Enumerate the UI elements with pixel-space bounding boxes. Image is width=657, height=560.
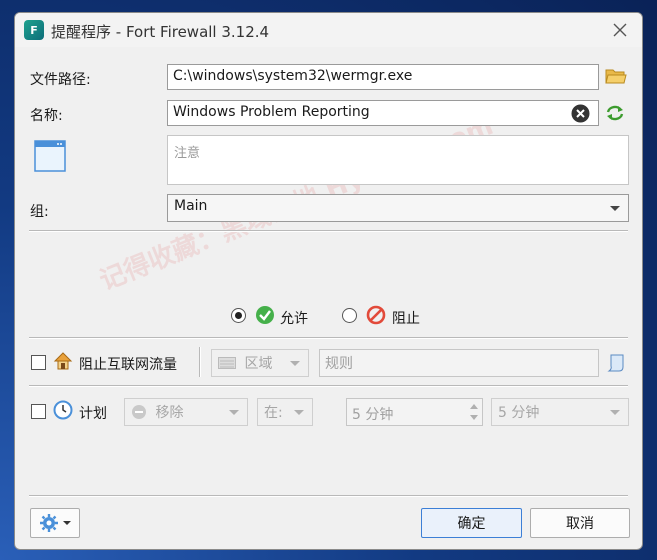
schedule-action-value: 移除 — [155, 405, 184, 421]
group-label: 组: — [30, 204, 49, 220]
chevron-down-icon — [290, 361, 300, 366]
ok-button[interactable]: 确定 — [421, 508, 522, 538]
clear-icon — [571, 104, 590, 123]
chevron-down-icon — [610, 410, 620, 415]
path-field[interactable]: C:\windows\system32\wermgr.exe — [167, 64, 599, 90]
refresh-name-button[interactable] — [605, 104, 625, 122]
clock-icon — [53, 400, 73, 420]
spin-arrows-icon — [470, 404, 478, 420]
folder-icon — [605, 69, 627, 84]
app-window-icon — [34, 140, 66, 172]
name-field[interactable]: Windows Problem Reporting — [167, 100, 599, 126]
spin-buttons[interactable] — [466, 399, 482, 425]
schedule-checkbox[interactable] — [31, 404, 46, 419]
allow-label: 允许 — [280, 311, 308, 327]
chevron-down-icon — [62, 521, 71, 525]
rules-edit-button[interactable] — [606, 353, 626, 373]
cancel-button[interactable]: 取消 — [530, 508, 630, 538]
close-icon — [613, 23, 627, 37]
schedule-time-combo-value: 5 分钟 — [498, 405, 540, 421]
group-select[interactable]: Main — [167, 194, 629, 222]
chevron-down-icon — [229, 410, 239, 415]
divider — [29, 495, 628, 497]
schedule-in-value: 在: — [264, 405, 283, 421]
path-label: 文件路径: — [30, 72, 91, 88]
notes-field[interactable]: 注意 — [167, 135, 629, 185]
refresh-icon — [606, 105, 624, 121]
schedule-in-select[interactable]: 在: — [257, 398, 313, 426]
block-label: 阻止 — [392, 311, 420, 327]
clear-name-button[interactable] — [571, 104, 590, 123]
fort-firewall-dialog: F 提醒程序 - Fort Firewall 3.12.4 记得收藏：黑域基地 … — [14, 12, 643, 550]
chevron-down-icon — [610, 206, 620, 211]
schedule-time-spinbox[interactable]: 5 分钟 — [346, 398, 483, 426]
block-internet-label: 阻止互联网流量 — [79, 357, 177, 373]
group-select-value: Main — [174, 198, 208, 214]
block-icon — [366, 305, 386, 325]
zones-select[interactable]: 区域 — [211, 349, 309, 377]
name-label: 名称: — [30, 108, 63, 124]
schedule-label: 计划 — [79, 406, 107, 422]
title-bar: F 提醒程序 - Fort Firewall 3.12.4 — [15, 13, 642, 47]
allow-icon — [255, 305, 275, 325]
chevron-down-icon — [294, 410, 304, 415]
zones-label: 区域 — [244, 356, 273, 372]
window-title: 提醒程序 - Fort Firewall 3.12.4 — [51, 23, 270, 41]
block-radio[interactable] — [342, 308, 357, 323]
block-internet-checkbox[interactable] — [31, 355, 46, 370]
scroll-icon — [607, 354, 624, 372]
schedule-time-select[interactable]: 5 分钟 — [491, 398, 629, 426]
rules-field[interactable]: 规则 — [319, 349, 599, 377]
divider — [29, 385, 628, 387]
schedule-time-spin-value: 5 分钟 — [352, 407, 394, 423]
open-folder-button[interactable] — [605, 67, 627, 85]
zones-icon — [218, 357, 236, 369]
house-icon — [53, 351, 73, 371]
allow-radio[interactable] — [231, 308, 246, 323]
divider — [29, 337, 628, 339]
schedule-action-select[interactable]: 移除 — [124, 398, 248, 426]
gear-icon — [39, 514, 58, 532]
close-button[interactable] — [608, 19, 632, 41]
options-menu-button[interactable] — [30, 508, 80, 538]
divider — [29, 230, 628, 232]
fort-firewall-app-icon: F — [24, 20, 44, 40]
vertical-divider — [199, 347, 201, 377]
remove-icon — [131, 404, 147, 420]
